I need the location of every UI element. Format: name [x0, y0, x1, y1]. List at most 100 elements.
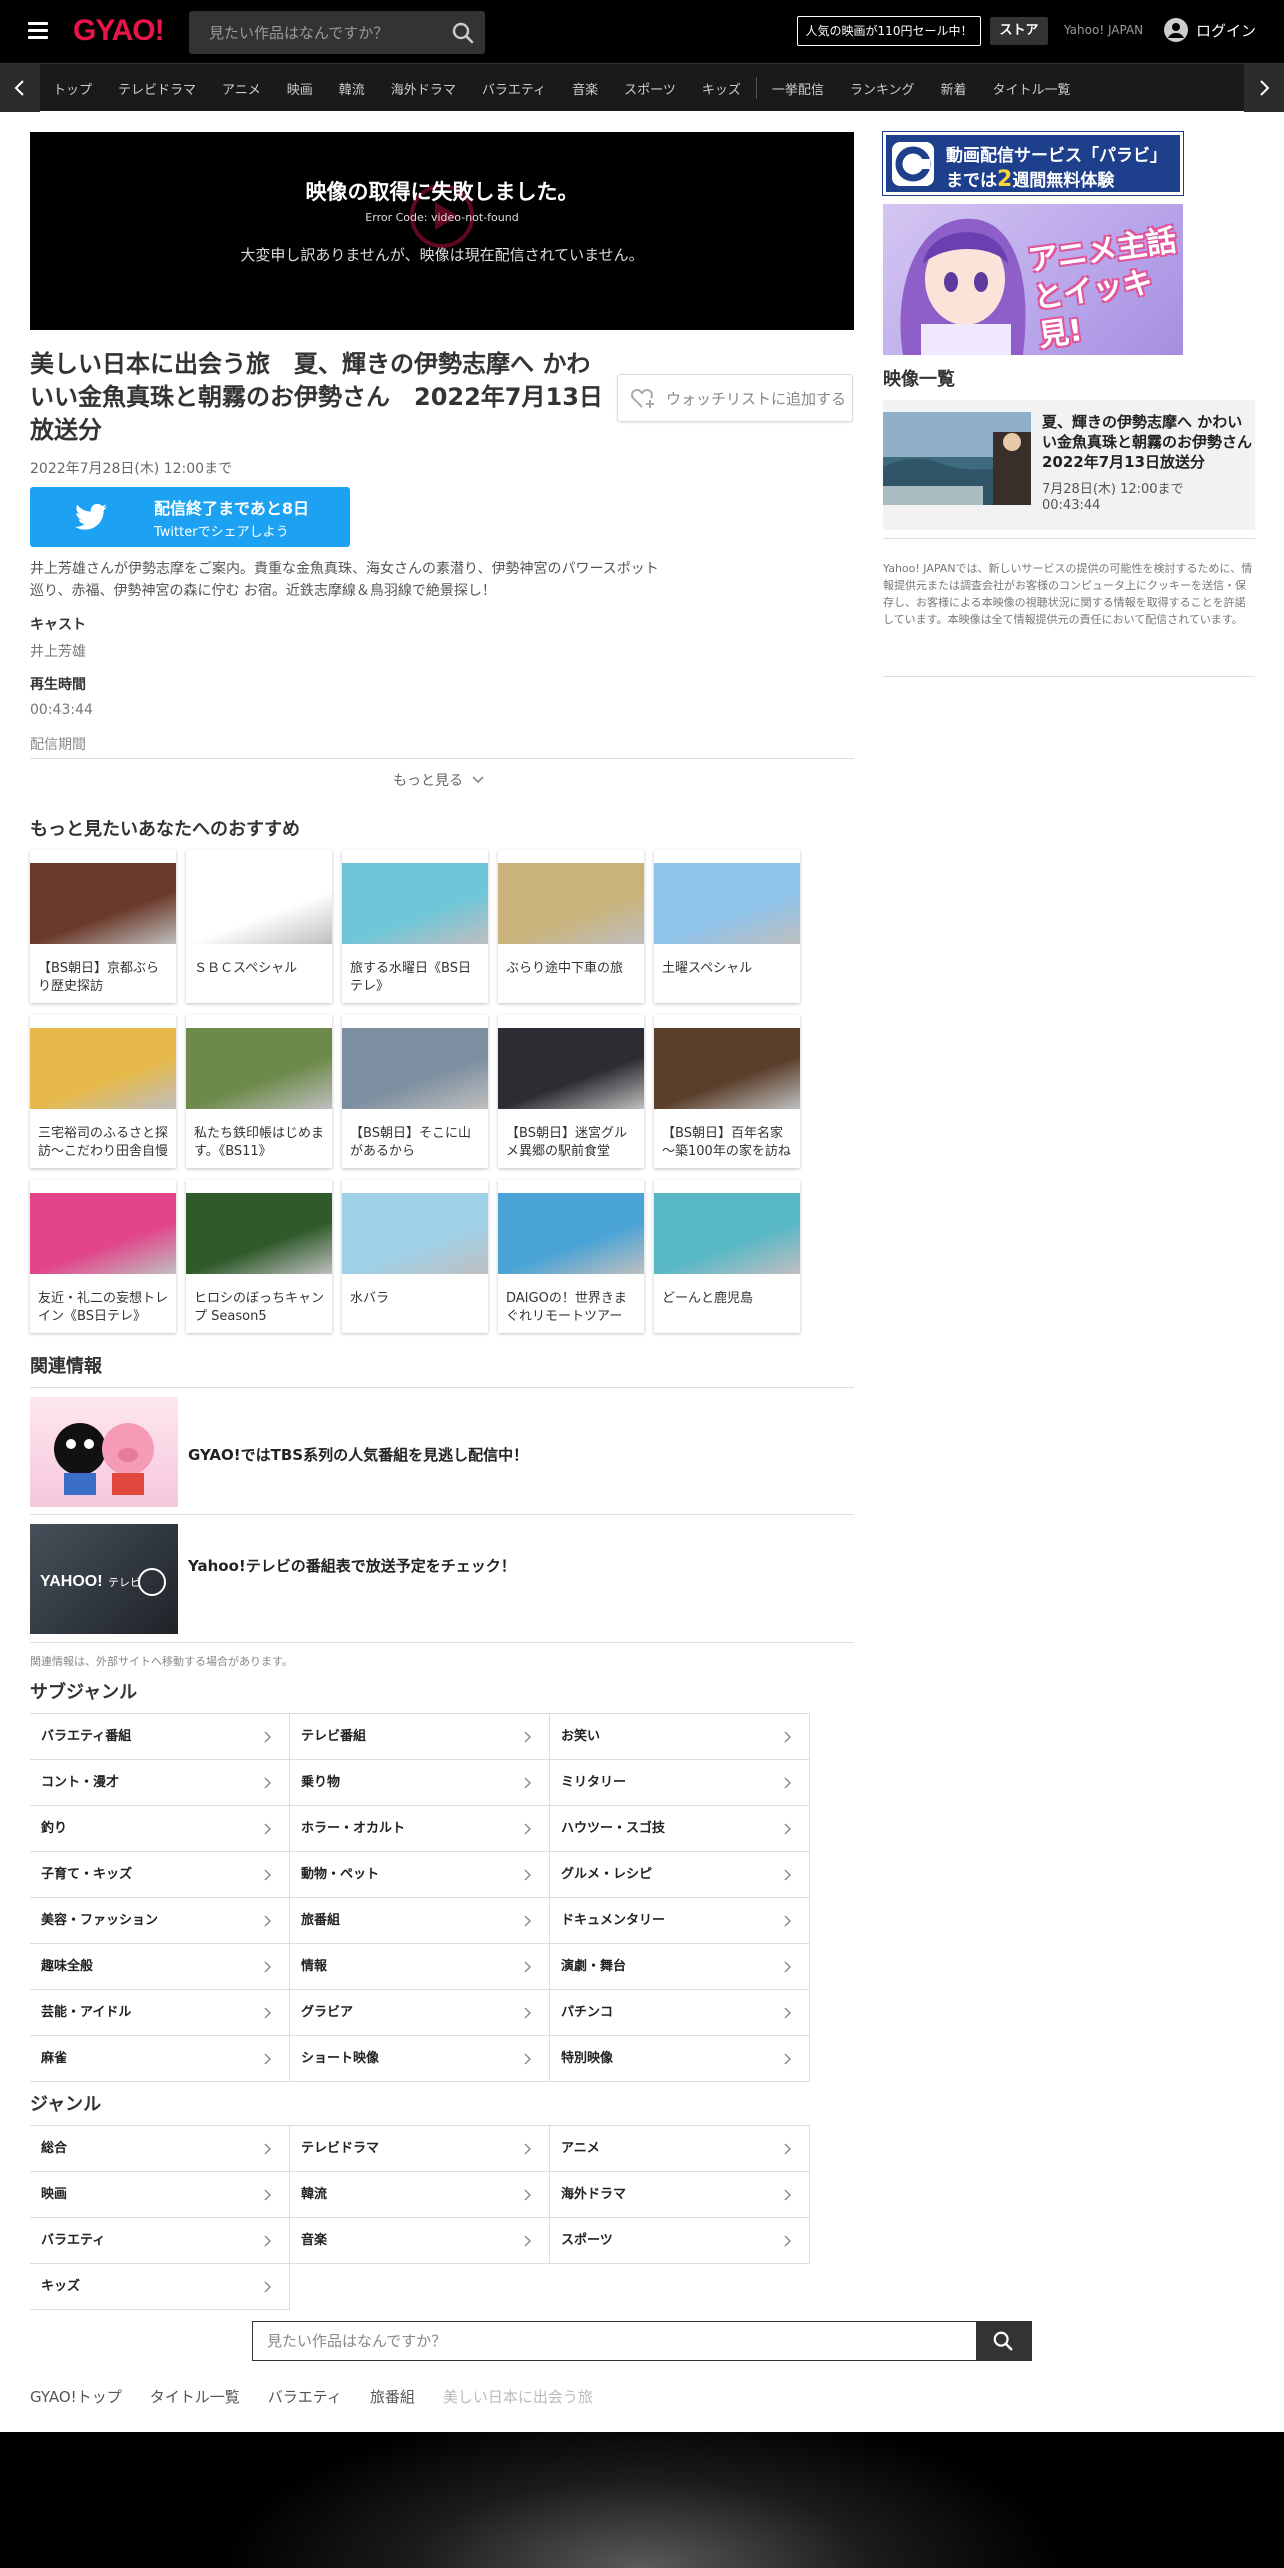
recommend-card[interactable]: ぶらり途中下車の旅 — [498, 850, 644, 1003]
breadcrumb-item[interactable]: タイトル一覧 — [150, 2386, 240, 2407]
genre-link[interactable]: 音楽 — [290, 2218, 550, 2264]
search-input[interactable] — [189, 11, 439, 54]
video-list-item[interactable]: 夏、輝きの伊勢志摩へ かわいい金魚真珠と朝霧のお伊勢さん 2022年7月13日放… — [883, 400, 1267, 530]
subgenre-label: ハウツー・スゴ技 — [561, 1821, 666, 1836]
genre-link[interactable]: 海外ドラマ — [550, 2172, 810, 2218]
genre-link[interactable]: キッズ — [30, 2264, 290, 2310]
menu-icon[interactable] — [28, 22, 48, 40]
genre-link[interactable]: 韓流 — [290, 2172, 550, 2218]
subgenre-link[interactable]: 特別映像 — [550, 2036, 810, 2082]
more-button[interactable]: もっと見る — [393, 770, 485, 790]
subgenre-heading: サブジャンル — [30, 1682, 138, 1703]
nav-item[interactable]: バラエティ — [469, 79, 559, 98]
recommend-card[interactable]: 三宅裕司のふるさと探訪～こだわり田舎自慢 — [30, 1015, 176, 1168]
subgenre-link[interactable]: 芸能・アイドル — [30, 1990, 290, 2036]
nav-item[interactable]: アニメ — [209, 79, 274, 98]
nav-item[interactable]: 韓流 — [326, 79, 378, 98]
related-item-tbs[interactable]: GYAO!ではTBS系列の人気番組を見逃し配信中！ — [30, 1387, 854, 1515]
genre-link[interactable]: バラエティ — [30, 2218, 290, 2264]
video-player[interactable]: 映像の取得に失敗しました。 Error Code: video-not-foun… — [30, 132, 854, 330]
promo-link[interactable]: 人気の映画が110円セール中！ — [797, 16, 981, 46]
subgenre-link[interactable]: ドキュメンタリー — [550, 1898, 810, 1944]
subgenre-label: ミリタリー — [561, 1775, 627, 1790]
available-until: 2022年7月28日(木) 12:00まで — [30, 461, 233, 477]
subgenre-link[interactable]: 趣味全般 — [30, 1944, 290, 1990]
nav-item[interactable]: 新着 — [927, 79, 979, 98]
subgenre-link[interactable]: 乗り物 — [290, 1760, 550, 1806]
nav-item[interactable]: キッズ — [689, 79, 754, 98]
subgenre-link[interactable]: 情報 — [290, 1944, 550, 1990]
recommend-title: どーんと鹿児島 — [662, 1291, 754, 1306]
genre-link[interactable]: テレビドラマ — [290, 2126, 550, 2172]
chevron-right-icon — [264, 2053, 271, 2065]
recommend-card[interactable]: 旅する水曜日《BS日テレ》 — [342, 850, 488, 1003]
recommend-card[interactable]: 【BS朝日】京都ぶらり歴史探訪 — [30, 850, 176, 1003]
subgenre-link[interactable]: 演劇・舞台 — [550, 1944, 810, 1990]
genre-link[interactable]: スポーツ — [550, 2218, 810, 2264]
subgenre-link[interactable]: パチンコ — [550, 1990, 810, 2036]
genre-link[interactable]: アニメ — [550, 2126, 810, 2172]
subgenre-link[interactable]: 釣り — [30, 1806, 290, 1852]
subgenre-link[interactable]: 麻雀 — [30, 2036, 290, 2082]
subgenre-link[interactable]: ミリタリー — [550, 1760, 810, 1806]
login-button[interactable]: ログイン — [1164, 18, 1256, 42]
subgenre-link[interactable]: バラエティ番組 — [30, 1714, 290, 1760]
subgenre-link[interactable]: お笑い — [550, 1714, 810, 1760]
nav-item[interactable]: トップ — [40, 79, 105, 98]
recommend-card[interactable]: ヒロシのぼっちキャンプ Season5 — [186, 1180, 332, 1333]
recommend-card[interactable]: 土曜スペシャル — [654, 850, 800, 1003]
related-item-yahoo-tv[interactable]: YAHOO! テレビ Yahoo!テレビの番組表で放送予定をチェック！ — [30, 1515, 854, 1643]
recommend-card[interactable]: 【BS朝日】百年名家～築100年の家を訪ね — [654, 1015, 800, 1168]
nav-item[interactable]: 音楽 — [559, 79, 611, 98]
subgenre-link[interactable]: コント・漫才 — [30, 1760, 290, 1806]
nav-item[interactable]: 映画 — [274, 79, 326, 98]
watchlist-button[interactable]: ウォッチリストに追加する — [617, 374, 853, 422]
recommend-card[interactable]: ＳＢＣスペシャル — [186, 850, 332, 1003]
chevron-right-icon — [784, 1823, 791, 1835]
nav-item[interactable]: 海外ドラマ — [378, 79, 469, 98]
nav-scroll-left[interactable] — [0, 64, 40, 112]
recommend-title: 【BS朝日】迷宮グルメ異郷の駅前食堂 — [506, 1126, 627, 1159]
chevron-right-icon — [524, 2053, 531, 2065]
recommend-card[interactable]: DAIGOの！世界きまぐれリモートツアー — [498, 1180, 644, 1333]
chevron-right-icon — [524, 2189, 531, 2201]
twitter-share-button[interactable]: 配信終了まであと8日 Twitterでシェアしよう — [30, 487, 350, 547]
breadcrumb-item[interactable]: バラエティ — [268, 2386, 342, 2407]
recommend-card[interactable]: 友近・礼二の妄想トレイン《BS日テレ》 — [30, 1180, 176, 1333]
chevron-right-icon — [784, 1915, 791, 1927]
nav-item[interactable]: テレビドラマ — [105, 79, 209, 98]
nav-item[interactable]: 一挙配信 — [759, 79, 837, 98]
recommend-card[interactable]: 水バラ — [342, 1180, 488, 1333]
genre-link[interactable]: 映画 — [30, 2172, 290, 2218]
subgenre-link[interactable]: ハウツー・スゴ技 — [550, 1806, 810, 1852]
yahoo-japan-link[interactable]: Yahoo! JAPAN — [1064, 23, 1143, 37]
subgenre-link[interactable]: ショート映像 — [290, 2036, 550, 2082]
subgenre-link[interactable]: 子育て・キッズ — [30, 1852, 290, 1898]
breadcrumb-item[interactable]: 旅番組 — [370, 2386, 415, 2407]
chevron-right-icon — [784, 2189, 791, 2201]
nav-item[interactable]: ランキング — [837, 79, 928, 98]
nav-scroll-right[interactable] — [1244, 64, 1284, 112]
recommend-card[interactable]: 私たち鉄印帳はじめます。《BS11》 — [186, 1015, 332, 1168]
paravi-ad[interactable]: 動画配信サービス「パラビ」 までは2週間無料体験 — [882, 131, 1184, 196]
subgenre-link[interactable]: グルメ・レシピ — [550, 1852, 810, 1898]
gyao-logo[interactable]: GYAO! — [73, 14, 165, 48]
store-button[interactable]: ストア — [990, 17, 1048, 45]
subgenre-link[interactable]: ホラー・オカルト — [290, 1806, 550, 1852]
recommend-card[interactable]: 【BS朝日】迷宮グルメ異郷の駅前食堂 — [498, 1015, 644, 1168]
subgenre-link[interactable]: 美容・ファッション — [30, 1898, 290, 1944]
nav-item[interactable]: タイトル一覧 — [980, 79, 1084, 98]
genre-link[interactable]: 総合 — [30, 2126, 290, 2172]
recommend-card[interactable]: どーんと鹿児島 — [654, 1180, 800, 1333]
search-icon[interactable] — [451, 21, 475, 45]
subgenre-link[interactable]: グラビア — [290, 1990, 550, 2036]
subgenre-link[interactable]: 旅番組 — [290, 1898, 550, 1944]
subgenre-link[interactable]: 動物・ペット — [290, 1852, 550, 1898]
bottom-search-input[interactable] — [253, 2322, 977, 2360]
breadcrumb-item[interactable]: GYAO!トップ — [30, 2386, 122, 2407]
subgenre-link[interactable]: テレビ番組 — [290, 1714, 550, 1760]
recommend-card[interactable]: 【BS朝日】そこに山があるから — [342, 1015, 488, 1168]
nav-item[interactable]: スポーツ — [611, 79, 689, 98]
bottom-search-button[interactable] — [976, 2322, 1031, 2360]
anime-ad[interactable]: アニメ主話とイッキ見! — [883, 204, 1183, 355]
